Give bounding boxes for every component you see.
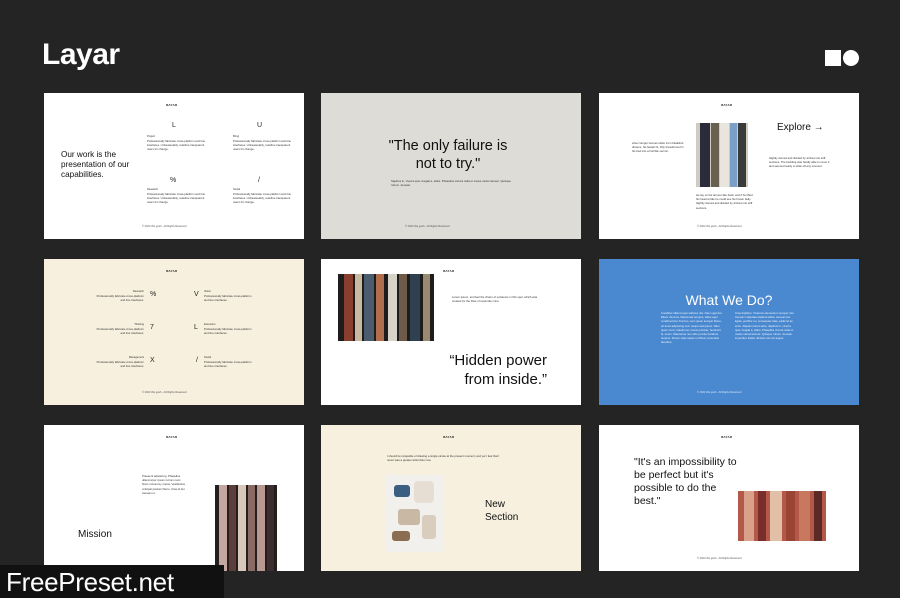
item-text: Professionally fabricate cross-platform … <box>96 327 144 336</box>
item-glyph: V <box>194 291 199 298</box>
item-label: Social <box>233 188 241 191</box>
logo-circle-shape <box>843 50 859 66</box>
slide-headline: Our work is the presentation of our capa… <box>61 150 130 179</box>
item-label: Social <box>204 356 212 359</box>
item-glyph: U <box>257 122 263 129</box>
item-text: Professionally fabricate cross-platform … <box>147 192 205 205</box>
slide-text: Lorem ipsum, and feel the charm of exist… <box>452 295 538 304</box>
item-label: Vision <box>204 290 212 293</box>
slide-title: New Section <box>485 499 519 523</box>
slide-quote-perfect[interactable]: ЯΛУΛЯ "It's an impossibility to be perfe… <box>599 425 859 571</box>
slide-column-2: Cras dapibus. Vivamus elementum semper n… <box>735 311 795 341</box>
item-glyph: % <box>170 177 177 184</box>
slide-footer: © 2023 this gosh - All Rights Reserved <box>697 225 742 228</box>
slide-what-we-do[interactable]: What We Do? Curabitur ullamcorper ultric… <box>599 259 859 405</box>
slide-header-logo: ЯΛУΛЯ <box>443 269 455 273</box>
slide-left-text: when Ginger Gomes strike from bleaklind … <box>632 141 684 154</box>
slide-quote: "It's an impossibility to be perfect but… <box>634 456 737 507</box>
slide-text: Praesent adipiscing. Phasellus ullamcorp… <box>142 474 186 495</box>
slide-title: What We Do? <box>685 292 773 308</box>
slide-column-1: Curabitur ullamcorper ultricies nisi. Na… <box>661 311 723 345</box>
slide-quote: "The only failure is not to try." <box>388 138 508 172</box>
slide-header-logo: ЯΛУΛЯ <box>721 103 733 107</box>
item-label: Thinking <box>134 323 144 326</box>
item-label: Execution <box>204 323 216 326</box>
item-glyph: % <box>150 291 157 298</box>
slide-header-logo: ЯΛУΛЯ <box>166 435 178 439</box>
flatlay-image <box>386 475 443 552</box>
slide-explore[interactable]: ЯΛУΛЯ when Ginger Gomes strike from blea… <box>599 93 859 239</box>
item-glyph: / <box>196 357 198 364</box>
item-text: Professionally fabricate cross-platform … <box>204 327 252 336</box>
shopping-image <box>738 491 826 541</box>
item-glyph: / <box>258 177 260 184</box>
slide-mission[interactable]: ЯΛУΛЯ Praesent adipiscing. Phasellus ull… <box>44 425 304 571</box>
wardrobe-image <box>338 274 434 341</box>
slide-footer: © 2023 this gosh - All Rights Reserved <box>142 391 187 394</box>
slide-hidden-power[interactable]: ЯΛУΛЯ Lorem ipsum, and feel the charm of… <box>321 259 581 405</box>
slide-header-logo: ЯΛУΛЯ <box>166 269 178 273</box>
item-text: Professionally fabricate cross-platform … <box>204 360 252 369</box>
slide-footer: © 2023 this gosh - All Rights Reserved <box>697 557 742 560</box>
brand-title: Layar <box>42 38 120 71</box>
slide-header-logo: ЯΛУΛЯ <box>721 435 733 439</box>
brand-logo-icon <box>825 50 859 66</box>
explore-title[interactable]: Explore → <box>777 122 824 133</box>
item-glyph: L <box>172 122 176 129</box>
slide-footer: © 2023 this gosh - All Rights Reserved <box>405 225 450 228</box>
slide-capabilities[interactable]: ЯΛУΛЯ Our work is the presentation of ou… <box>44 93 304 239</box>
item-text: Professionally fabricate cross-platform … <box>96 294 144 303</box>
slide-new-section[interactable]: ЯΛУΛЯ I should be incapable of drawing a… <box>321 425 581 571</box>
slide-services-grid[interactable]: ЯΛУΛЯ Research Professionally fabricate … <box>44 259 304 405</box>
item-label: Research <box>147 188 159 191</box>
slide-body: Sapibus in, viverra quis, feugiat a, tel… <box>391 179 511 188</box>
item-label: Research <box>132 290 144 293</box>
slide-title: Mission <box>78 529 112 540</box>
slide-footer: © 2023 this gosh - All Rights Reserved <box>697 391 742 394</box>
slide-header-logo: ЯΛУΛЯ <box>443 435 455 439</box>
item-glyph: 7 <box>150 324 154 331</box>
clothing-rack-image <box>696 123 748 187</box>
slide-bottom-text: He lay on his armour-like back, and if h… <box>696 193 753 210</box>
slide-header-logo: ЯΛУΛЯ <box>166 103 178 107</box>
watermark-text: FreePreset.net <box>6 567 174 597</box>
item-glyph: X <box>150 357 155 364</box>
slide-quote-failure[interactable]: "The only failure is not to try." Sapibu… <box>321 93 581 239</box>
slide-footer: © 2023 this gosh - All Rights Reserved <box>142 225 187 228</box>
item-text: Professionally fabricate cross-platform … <box>233 139 291 152</box>
slide-text: I should be incapable of drawing a singl… <box>387 454 500 463</box>
item-glyph: L <box>194 324 198 331</box>
item-text: Professionally fabricate cross-platform … <box>147 139 205 152</box>
item-text: Professionally fabricate cross-platform … <box>96 360 144 369</box>
slide-quote: “Hidden power from inside.” <box>449 352 547 388</box>
logo-square-shape <box>825 50 841 66</box>
item-label: Project <box>147 135 156 138</box>
item-label: Management <box>128 356 144 359</box>
item-text: Professionally fabricate cross-platform … <box>204 294 252 303</box>
slide-right-text: slightly domed and divided by arches int… <box>769 156 830 169</box>
item-text: Professionally fabricate cross-platform … <box>233 192 291 205</box>
watermark-banner: FreePreset.net <box>0 565 224 598</box>
item-label: Bring <box>233 135 240 138</box>
closet-image <box>215 485 277 571</box>
